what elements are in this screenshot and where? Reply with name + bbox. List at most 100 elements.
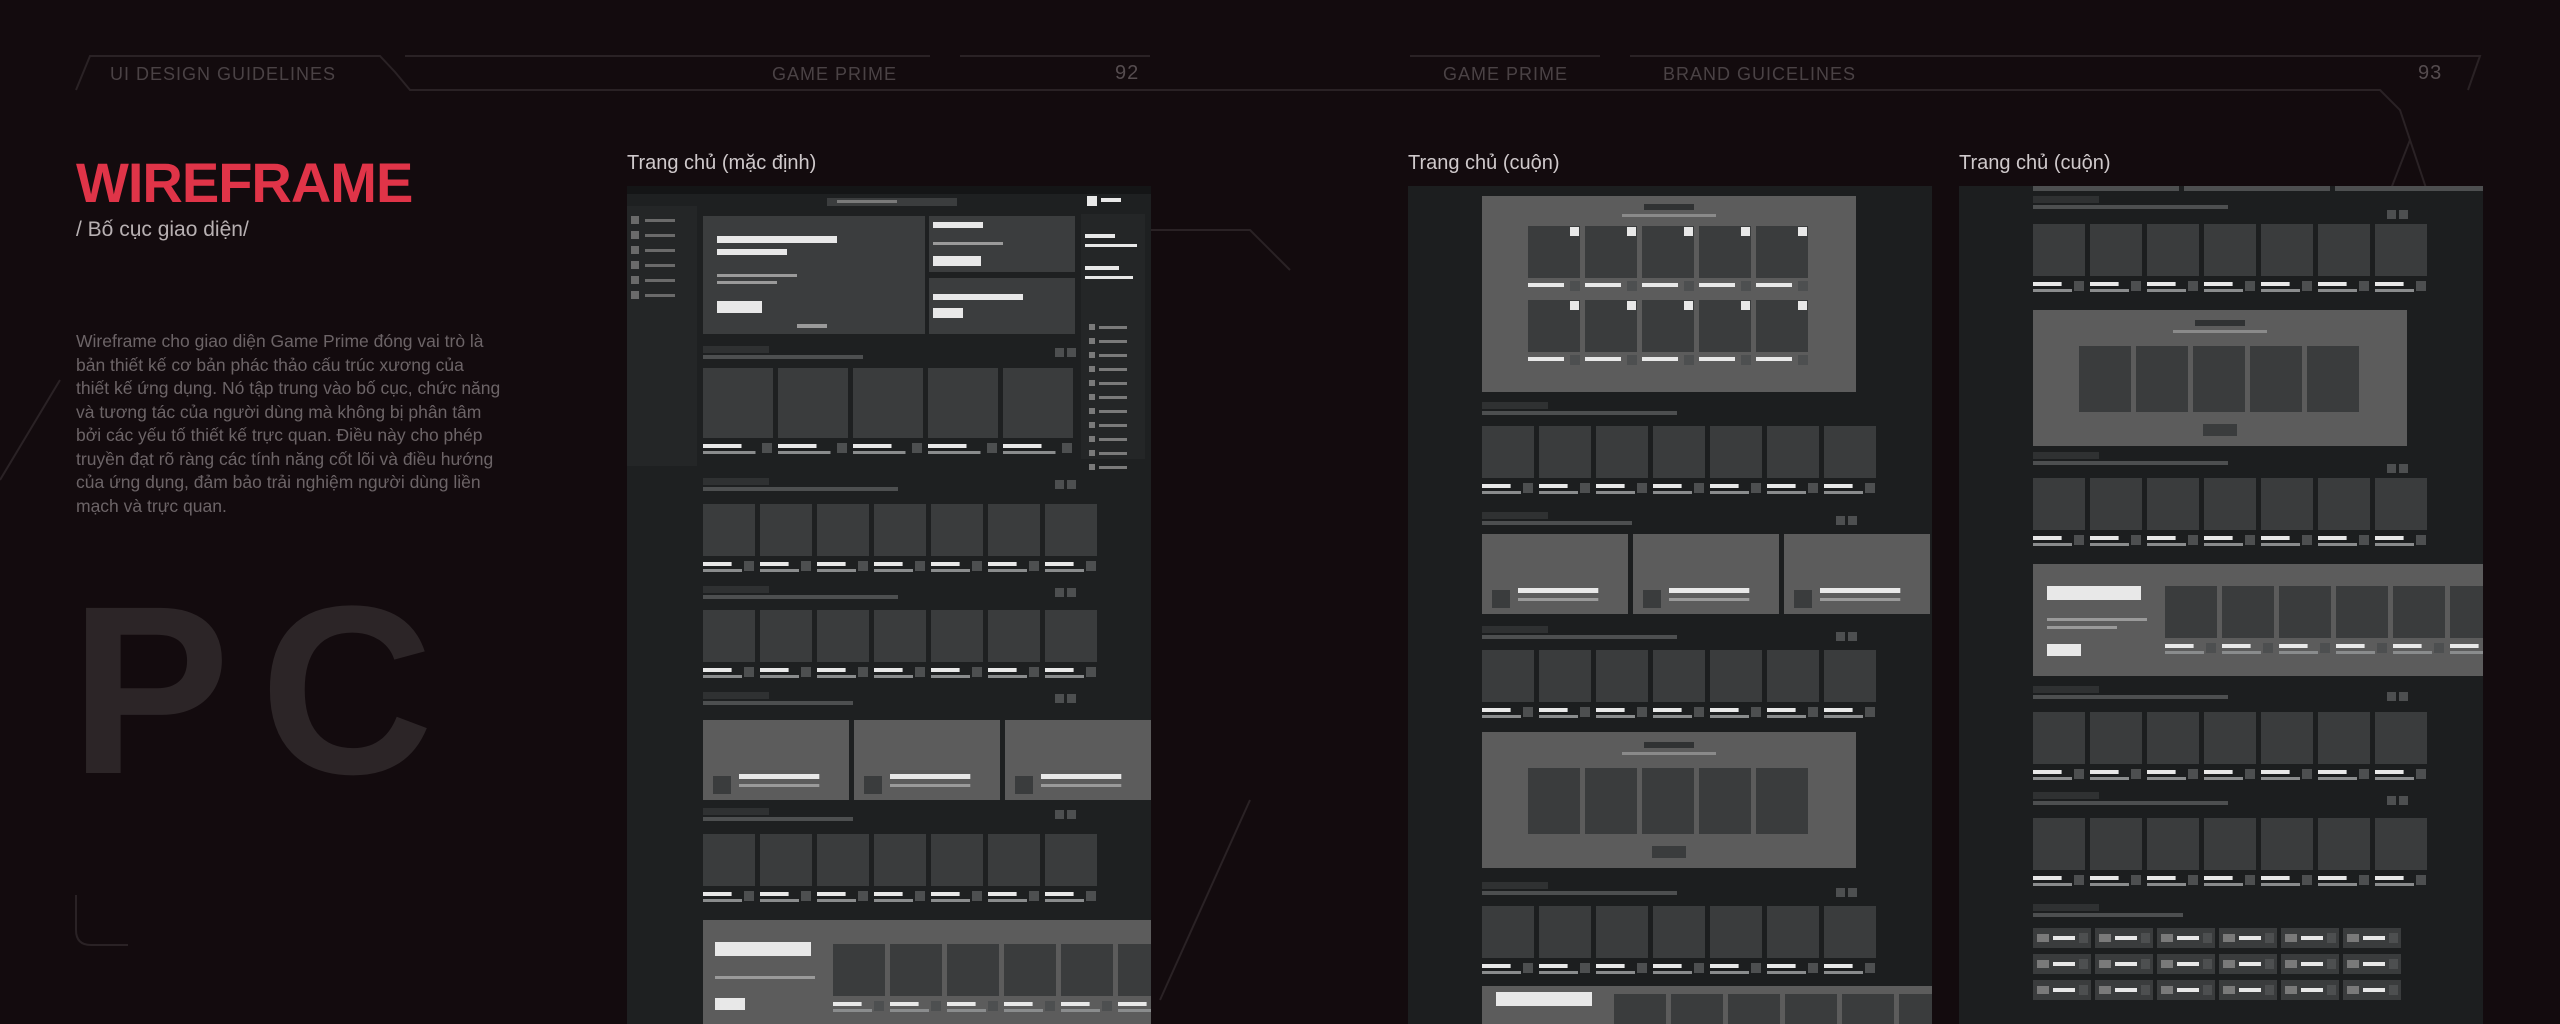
game-card-placeholder xyxy=(2279,586,2331,638)
card-button-placeholder xyxy=(2359,875,2369,885)
game-card-placeholder xyxy=(1539,906,1591,958)
promo-text-placeholder xyxy=(933,242,1003,245)
game-card-placeholder xyxy=(1596,906,1648,958)
card-meta-placeholder xyxy=(2033,543,2072,546)
section-tag-placeholder xyxy=(2033,452,2099,459)
friend-name-placeholder xyxy=(1099,368,1127,371)
card-button-placeholder xyxy=(1029,667,1039,677)
card-badge-placeholder xyxy=(1798,301,1807,310)
chip-label-placeholder xyxy=(2053,936,2075,940)
wireframe-3-label: Trang chủ (cuộn) xyxy=(1959,152,2111,174)
promo-title-placeholder xyxy=(933,294,1023,300)
card-button-placeholder xyxy=(2359,535,2369,545)
game-card-placeholder xyxy=(760,834,812,886)
panel-text-placeholder xyxy=(1085,244,1137,247)
card-button-placeholder xyxy=(858,561,868,571)
friend-name-placeholder xyxy=(1099,382,1127,385)
chip-icon-placeholder xyxy=(2037,934,2049,942)
card-meta-placeholder xyxy=(1539,491,1578,494)
chip-icon-placeholder xyxy=(2285,934,2297,942)
friend-name-placeholder xyxy=(1099,326,1127,329)
game-card-placeholder xyxy=(2090,712,2142,764)
card-button-placeholder xyxy=(1808,707,1818,717)
section-tag-placeholder xyxy=(1482,626,1548,633)
chip-icon-placeholder xyxy=(2285,986,2297,994)
card-meta-placeholder xyxy=(703,569,742,572)
card-meta-placeholder xyxy=(1003,451,1056,454)
card-meta-placeholder xyxy=(1045,675,1084,678)
card-title-placeholder xyxy=(778,444,817,448)
friend-name-placeholder xyxy=(1099,424,1127,427)
game-card-placeholder xyxy=(2165,586,2217,638)
chip-button-placeholder xyxy=(2079,933,2088,943)
game-card-placeholder xyxy=(2318,712,2370,764)
card-meta-placeholder xyxy=(928,451,981,454)
card-button-placeholder xyxy=(1808,483,1818,493)
card-title-placeholder xyxy=(2336,644,2365,648)
card-title-placeholder xyxy=(2090,770,2119,774)
section-title-placeholder xyxy=(2033,801,2228,805)
card-button-placeholder xyxy=(988,1001,998,1011)
header-right-brand: GAME PRIME xyxy=(1443,64,1569,84)
card-button-placeholder xyxy=(744,561,754,571)
game-card-placeholder xyxy=(988,504,1040,556)
sidebar-label-placeholder xyxy=(645,294,675,297)
section-tag-placeholder xyxy=(703,478,769,485)
card-button-placeholder xyxy=(915,667,925,677)
card-button-placeholder xyxy=(1694,963,1704,973)
card-meta-placeholder xyxy=(2261,543,2300,546)
chip-icon-placeholder xyxy=(2161,934,2173,942)
card-title-placeholder xyxy=(2261,770,2290,774)
card-title-placeholder xyxy=(1596,964,1625,968)
card-button-placeholder xyxy=(2416,535,2426,545)
card-title-placeholder xyxy=(931,562,960,566)
card-title-placeholder xyxy=(1710,708,1739,712)
card-title-placeholder xyxy=(2375,770,2404,774)
card-title-placeholder xyxy=(1642,357,1678,361)
card-title-placeholder xyxy=(1756,283,1792,287)
game-card-placeholder xyxy=(874,504,926,556)
card-meta-placeholder xyxy=(1596,491,1635,494)
card-badge-placeholder xyxy=(1798,227,1807,236)
card-title-placeholder xyxy=(853,444,892,448)
nav-dot xyxy=(1836,888,1845,897)
card-title-placeholder xyxy=(2393,644,2422,648)
card-meta-placeholder xyxy=(988,569,1027,572)
card-meta-placeholder xyxy=(1045,569,1084,572)
card-button-placeholder xyxy=(1580,963,1590,973)
card-button-placeholder xyxy=(2188,535,2198,545)
game-card-placeholder xyxy=(2204,712,2256,764)
card-meta-placeholder xyxy=(1710,971,1749,974)
friend-avatar-placeholder xyxy=(1089,394,1095,400)
wireframe-scroll-mockup-1 xyxy=(1408,186,1932,1024)
card-button-placeholder xyxy=(858,667,868,677)
chip-label-placeholder xyxy=(2115,988,2137,992)
card-title-placeholder xyxy=(988,892,1017,896)
card-title-placeholder xyxy=(1003,444,1042,448)
card-meta-placeholder xyxy=(817,569,856,572)
game-card-placeholder xyxy=(2450,586,2483,638)
card-badge-placeholder xyxy=(1627,227,1636,236)
card-button-placeholder xyxy=(1751,483,1761,493)
card-button-placeholder xyxy=(1029,561,1039,571)
card-button-placeholder xyxy=(2188,281,2198,291)
card-button-placeholder xyxy=(2188,769,2198,779)
card-button-placeholder xyxy=(1865,707,1875,717)
card-button-placeholder xyxy=(2434,643,2444,653)
wireframe-2-label: Trang chủ (cuộn) xyxy=(1408,152,1560,174)
game-card-placeholder xyxy=(853,368,923,438)
game-card-placeholder xyxy=(2261,478,2313,530)
card-title-placeholder xyxy=(1824,964,1853,968)
card-button-placeholder xyxy=(1751,707,1761,717)
section-title-placeholder xyxy=(1482,635,1677,639)
section-title-placeholder xyxy=(703,817,853,821)
card-button-placeholder xyxy=(2074,535,2084,545)
card-title-placeholder xyxy=(760,892,789,896)
chip-label-placeholder xyxy=(2239,962,2261,966)
chip-label-placeholder xyxy=(2177,988,2199,992)
card-meta-placeholder xyxy=(703,451,756,454)
friend-avatar-placeholder xyxy=(1089,380,1095,386)
card-title-placeholder xyxy=(1824,484,1853,488)
card-meta-placeholder xyxy=(890,1009,929,1012)
card-button-placeholder xyxy=(915,561,925,571)
